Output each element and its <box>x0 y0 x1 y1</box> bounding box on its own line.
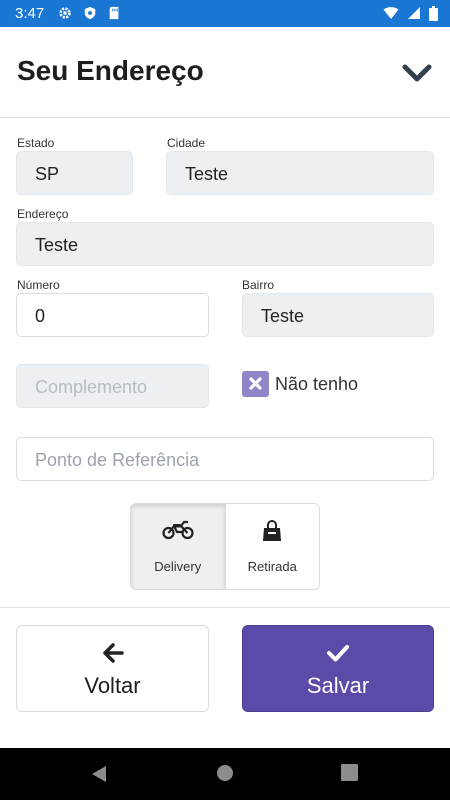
delivery-mode-selector: Delivery Retirada <box>130 503 320 590</box>
bairro-label: Bairro <box>242 278 275 292</box>
numero-label: Número <box>17 278 60 292</box>
nao-tenho-label: Não tenho <box>275 374 359 394</box>
nao-tenho-checkbox[interactable] <box>242 371 269 397</box>
shopping-bag-icon <box>263 519 282 541</box>
system-nav-bar <box>0 748 450 800</box>
recents-nav-icon[interactable] <box>341 764 358 781</box>
sd-card-icon <box>109 6 119 20</box>
arrow-left-icon <box>102 643 124 663</box>
voltar-button[interactable]: Voltar <box>16 625 209 712</box>
estado-label: Estado <box>17 136 55 150</box>
salvar-label: Salvar <box>306 673 370 698</box>
cidade-field[interactable]: Teste <box>166 151 434 195</box>
estado-field[interactable]: SP <box>16 151 133 195</box>
battery-icon <box>429 5 438 21</box>
status-time: 3:47 <box>15 5 45 22</box>
retirada-option[interactable]: Retirada <box>224 504 320 589</box>
voltar-label: Voltar <box>84 673 141 698</box>
page-title: Seu Endereço <box>17 55 204 86</box>
numero-field[interactable]: 0 <box>16 293 209 337</box>
motorcycle-icon <box>162 520 194 540</box>
page-header: Seu Endereço <box>0 27 450 118</box>
close-icon <box>249 377 262 390</box>
endereco-field[interactable]: Teste <box>16 222 434 266</box>
complemento-field[interactable]: Complemento <box>16 364 209 408</box>
settings-icon <box>59 7 71 19</box>
wifi-icon <box>383 7 399 19</box>
cidade-label: Cidade <box>167 136 206 150</box>
retirada-label: Retirada <box>247 559 297 574</box>
chevron-down-icon[interactable] <box>402 61 432 85</box>
check-icon <box>327 645 349 662</box>
delivery-label: Delivery <box>154 559 202 574</box>
endereco-label: Endereço <box>17 207 69 221</box>
delivery-option[interactable]: Delivery <box>131 504 225 589</box>
bairro-field[interactable]: Teste <box>242 293 434 337</box>
back-nav-icon[interactable] <box>90 764 108 784</box>
home-nav-icon[interactable] <box>216 764 234 782</box>
status-bar: 3:47 <box>0 0 450 27</box>
referencia-field[interactable]: Ponto de Referência <box>16 437 434 481</box>
shield-icon <box>84 6 96 20</box>
divider <box>0 607 450 608</box>
salvar-button[interactable]: Salvar <box>242 625 434 712</box>
signal-icon <box>408 7 420 19</box>
